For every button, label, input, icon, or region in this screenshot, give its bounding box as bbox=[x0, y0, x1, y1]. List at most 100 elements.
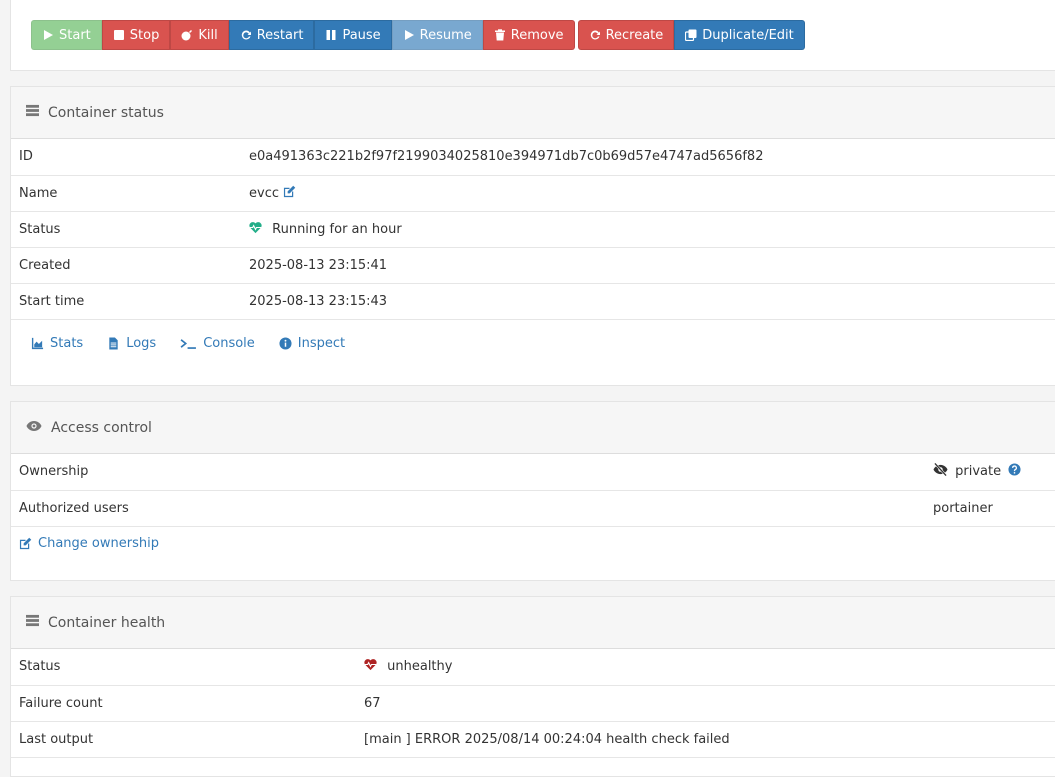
container-health-panel: Container health Status unhealthy Failur… bbox=[10, 596, 1055, 777]
table-row: Status unhealthy bbox=[11, 649, 1055, 686]
eye-slash-icon bbox=[933, 462, 948, 480]
inspect-link[interactable]: Inspect bbox=[279, 336, 345, 351]
row-label: Status bbox=[11, 211, 241, 248]
pause-label: Pause bbox=[342, 27, 381, 43]
lifecycle-button-group: Start Stop Kill Restart Pause Resume Rem… bbox=[31, 20, 575, 50]
play-icon bbox=[403, 29, 415, 41]
file-text-icon bbox=[109, 336, 118, 350]
trash-icon bbox=[494, 29, 506, 41]
container-status-cell: Running for an hour bbox=[241, 211, 1055, 248]
container-health-table: Status unhealthy Failure count 67 Last o… bbox=[11, 649, 1055, 758]
failure-count-value: 67 bbox=[356, 685, 1055, 722]
row-label: Ownership bbox=[11, 454, 925, 491]
pause-button[interactable]: Pause bbox=[314, 20, 392, 50]
row-label: Created bbox=[11, 247, 241, 284]
duplicate-edit-label: Duplicate/Edit bbox=[702, 27, 794, 43]
stop-button[interactable]: Stop bbox=[101, 20, 171, 50]
access-control-header: Access control bbox=[11, 402, 1055, 454]
stats-label: Stats bbox=[50, 335, 84, 351]
heartbeat-icon bbox=[249, 221, 262, 238]
table-row: ID e0a491363c221b2f97f2199034025810e3949… bbox=[11, 139, 1055, 176]
container-status-table: ID e0a491363c221b2f97f2199034025810e3949… bbox=[11, 139, 1055, 320]
duplicate-edit-button[interactable]: Duplicate/Edit bbox=[674, 20, 805, 50]
refresh-icon bbox=[589, 29, 601, 41]
kill-label: Kill bbox=[198, 27, 218, 43]
resume-button[interactable]: Resume bbox=[391, 20, 483, 50]
access-control-panel: Access control Ownership private Authori… bbox=[10, 401, 1055, 581]
restart-label: Restart bbox=[256, 27, 304, 43]
row-label: Start time bbox=[11, 283, 241, 320]
access-control-table: Ownership private Authorized users porta… bbox=[11, 454, 1055, 527]
last-output-value: [main ] ERROR 2025/08/14 00:24:04 health… bbox=[356, 721, 1055, 758]
actions-panel: Start Stop Kill Restart Pause Resume Rem… bbox=[10, 0, 1055, 71]
server-icon bbox=[26, 614, 39, 631]
access-control-title: Access control bbox=[51, 419, 152, 436]
server-icon bbox=[26, 104, 39, 121]
table-row: Failure count 67 bbox=[11, 685, 1055, 722]
start-time-value: 2025-08-13 23:15:43 bbox=[241, 283, 1055, 320]
table-row: Name evcc bbox=[11, 175, 1055, 212]
bomb-icon bbox=[181, 29, 193, 41]
remove-button[interactable]: Remove bbox=[482, 20, 575, 50]
health-status-value: unhealthy bbox=[387, 659, 453, 675]
heartbeat-icon bbox=[364, 658, 377, 675]
eye-icon bbox=[26, 420, 42, 436]
container-name-value: evcc bbox=[249, 185, 279, 201]
terminal-icon bbox=[180, 338, 197, 349]
change-ownership-link[interactable]: Change ownership bbox=[19, 536, 159, 551]
container-health-header: Container health bbox=[11, 597, 1055, 649]
container-status-value: Running for an hour bbox=[272, 221, 402, 237]
container-status-header: Container status bbox=[11, 87, 1055, 139]
table-row: Start time 2025-08-13 23:15:43 bbox=[11, 283, 1055, 320]
row-label: Failure count bbox=[11, 685, 356, 722]
row-label: Status bbox=[11, 649, 356, 686]
row-label: ID bbox=[11, 139, 241, 176]
row-label: Last output bbox=[11, 721, 356, 758]
change-ownership-row: Change ownership bbox=[11, 527, 1055, 563]
table-row: Status Running for an hour bbox=[11, 211, 1055, 248]
area-chart-icon bbox=[31, 337, 44, 349]
stats-link[interactable]: Stats bbox=[31, 336, 83, 351]
restart-button[interactable]: Restart bbox=[228, 20, 315, 50]
start-button[interactable]: Start bbox=[31, 20, 102, 50]
ownership-cell: private bbox=[925, 454, 1055, 491]
logs-label: Logs bbox=[126, 335, 157, 351]
play-icon bbox=[42, 29, 54, 41]
table-row: Created 2025-08-13 23:15:41 bbox=[11, 247, 1055, 284]
resume-label: Resume bbox=[419, 27, 472, 43]
container-id-value: e0a491363c221b2f97f2199034025810e394971d… bbox=[241, 139, 1055, 176]
refresh-icon bbox=[240, 29, 252, 41]
ownership-value: private bbox=[955, 464, 1002, 480]
inspect-label: Inspect bbox=[297, 335, 346, 351]
container-name-cell: evcc bbox=[241, 175, 1055, 212]
remove-label: Remove bbox=[510, 27, 564, 43]
action-toolbar: Start Stop Kill Restart Pause Resume Rem… bbox=[31, 20, 808, 50]
edit-icon[interactable] bbox=[283, 185, 296, 202]
copy-icon bbox=[685, 29, 697, 41]
kill-button[interactable]: Kill bbox=[170, 20, 229, 50]
table-row: Authorized users portainer bbox=[11, 490, 1055, 527]
logs-link[interactable]: Logs bbox=[107, 336, 156, 351]
change-ownership-label: Change ownership bbox=[38, 535, 159, 551]
console-link[interactable]: Console bbox=[180, 336, 255, 351]
row-label: Name bbox=[11, 175, 241, 212]
info-circle-icon bbox=[279, 336, 292, 350]
pause-icon bbox=[325, 29, 337, 41]
authorized-users-value: portainer bbox=[925, 490, 1055, 527]
container-status-panel: Container status ID e0a491363c221b2f97f2… bbox=[10, 86, 1055, 386]
row-label: Authorized users bbox=[11, 490, 925, 527]
container-health-title: Container health bbox=[48, 614, 166, 631]
console-label: Console bbox=[203, 335, 255, 351]
container-status-title: Container status bbox=[48, 104, 164, 121]
edit-icon bbox=[19, 537, 32, 549]
table-row: Last output [main ] ERROR 2025/08/14 00:… bbox=[11, 721, 1055, 758]
stop-icon bbox=[113, 29, 125, 41]
stop-label: Stop bbox=[129, 27, 160, 43]
recreate-button-group: Recreate Duplicate/Edit bbox=[577, 20, 805, 50]
health-status-cell: unhealthy bbox=[356, 649, 1055, 686]
table-row: Ownership private bbox=[11, 454, 1055, 491]
container-quick-links: Stats Logs Console Inspect bbox=[11, 320, 1055, 367]
question-circle-icon[interactable] bbox=[1008, 463, 1021, 480]
recreate-button[interactable]: Recreate bbox=[577, 20, 675, 50]
created-value: 2025-08-13 23:15:41 bbox=[241, 247, 1055, 284]
